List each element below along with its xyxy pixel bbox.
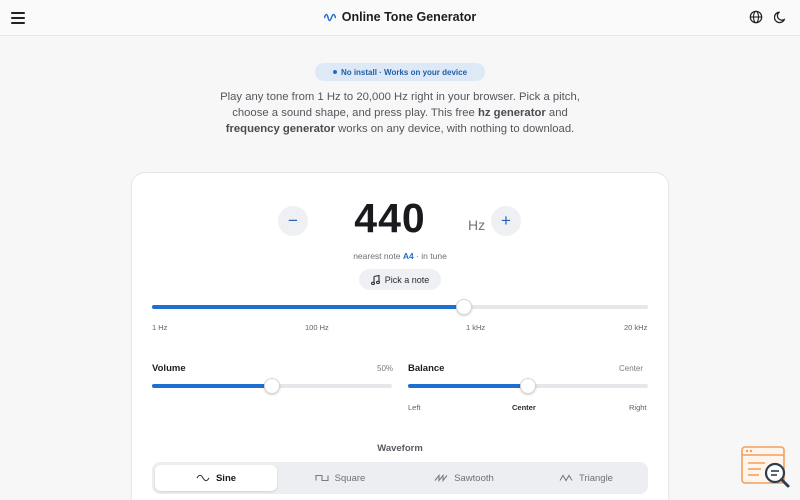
intro-highlight-hz-generator: hz generator	[477, 107, 546, 120]
balance-right-label: Right	[629, 403, 647, 412]
status-badge: No install · Works on your device	[315, 63, 485, 81]
frequency-value[interactable]: 440	[330, 195, 450, 242]
tick-label-100hz: 100 Hz	[305, 323, 329, 332]
pick-note-label: Pick a note	[384, 274, 430, 285]
volume-label: Volume	[152, 363, 186, 374]
music-note-icon	[370, 274, 380, 285]
sine-wave-icon	[196, 474, 210, 482]
volume-slider-fill	[152, 384, 272, 388]
square-wave-icon	[315, 474, 329, 482]
waveform-option-label: Sine	[215, 472, 237, 484]
dot-icon	[332, 70, 337, 74]
waveform-option-label: Triangle	[579, 472, 613, 484]
intro-text-3: works on any device, with nothing to dow…	[334, 123, 575, 136]
tick-label-1hz: 1 Hz	[152, 323, 168, 332]
tuning-status: · in tune	[416, 251, 447, 261]
frequency-unit: Hz	[468, 217, 486, 233]
decrease-frequency-button[interactable]: −	[278, 206, 308, 236]
wave-icon	[323, 13, 336, 21]
moon-icon[interactable]	[774, 10, 788, 24]
sawtooth-wave-icon	[434, 474, 448, 482]
globe-icon[interactable]	[749, 10, 763, 24]
balance-slider-fill	[408, 384, 528, 388]
frequency-slider[interactable]	[152, 299, 648, 315]
balance-center-label: Center	[512, 403, 536, 412]
frequency-slider-fill	[152, 305, 465, 309]
intro-highlight-frequency-generator: frequency generator	[225, 123, 335, 136]
tick-label-20khz: 20 kHz	[624, 323, 648, 332]
top-bar: Online Tone Generator	[0, 0, 800, 36]
balance-left-label: Left	[408, 403, 421, 412]
nearest-note-prefix: nearest note	[353, 251, 401, 261]
pick-note-button[interactable]: Pick a note	[359, 269, 441, 290]
status-badge-text: No install · Works on your device	[340, 67, 468, 77]
tick-label-1khz: 1 kHz	[466, 323, 486, 332]
waveform-option-triangle[interactable]: Triangle	[527, 465, 645, 491]
search-page-icon[interactable]	[741, 446, 791, 488]
waveform-option-label: Sawtooth	[454, 472, 494, 484]
waveform-option-sawtooth[interactable]: Sawtooth	[403, 465, 525, 491]
waveform-option-square[interactable]: Square	[279, 465, 401, 491]
volume-slider-thumb[interactable]	[264, 378, 280, 394]
brand[interactable]: Online Tone Generator	[0, 10, 800, 25]
balance-slider[interactable]	[408, 378, 648, 394]
app-title: Online Tone Generator	[341, 10, 477, 24]
frequency-slider-thumb[interactable]	[456, 299, 473, 315]
balance-value: Center	[619, 364, 644, 373]
balance-label: Balance	[408, 363, 445, 374]
waveform-option-label: Square	[334, 472, 366, 484]
increase-frequency-button[interactable]: +	[491, 206, 521, 236]
nearest-note-line: nearest note A4 · in tune	[300, 251, 500, 261]
balance-slider-thumb[interactable]	[520, 378, 536, 394]
triangle-wave-icon	[559, 474, 573, 482]
nearest-note-value: A4	[402, 251, 414, 261]
volume-value: 50%	[377, 364, 394, 373]
intro-text-2: and	[545, 107, 568, 120]
intro-paragraph: Play any tone from 1 Hz to 20,000 Hz rig…	[210, 89, 590, 138]
waveform-title: Waveform	[377, 443, 423, 454]
volume-slider[interactable]	[152, 378, 392, 394]
waveform-option-sine[interactable]: Sine	[155, 465, 277, 491]
waveform-selector: Sine Square Sawtooth Triangle	[152, 462, 648, 494]
